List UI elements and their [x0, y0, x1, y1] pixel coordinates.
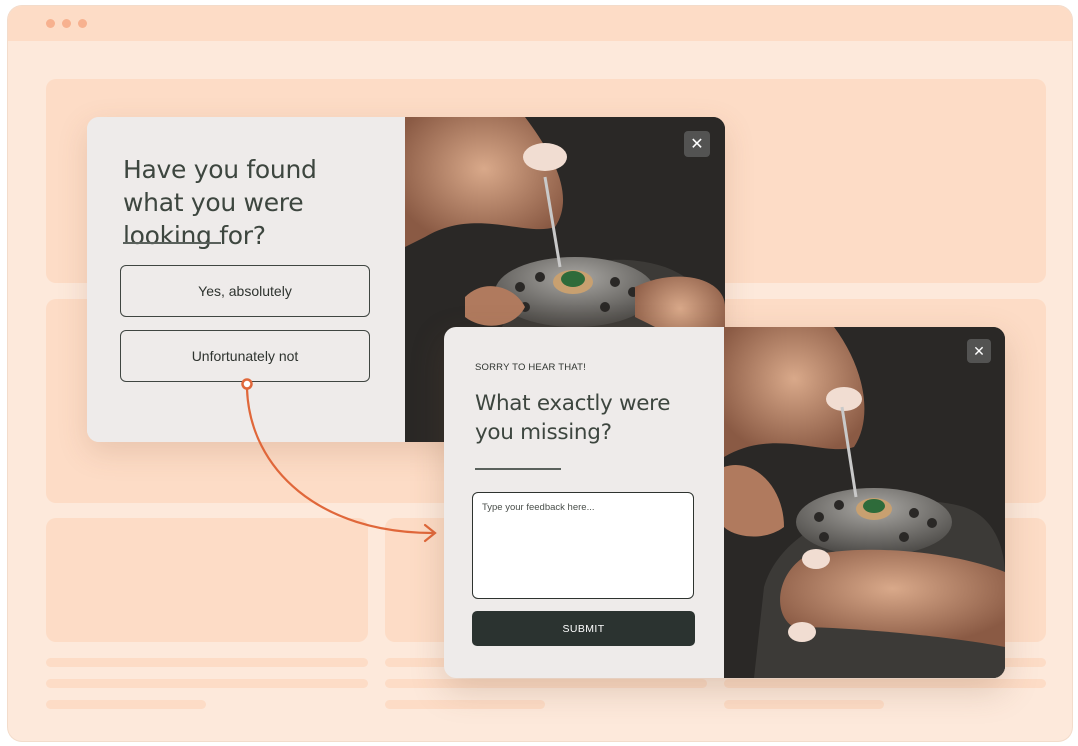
close-icon[interactable]: ✕ [967, 339, 991, 363]
title-divider [475, 468, 561, 470]
survey-popup-feedback: SORRY TO HEAR THAT! What exactly were yo… [444, 327, 1005, 678]
window-dot-icon[interactable] [62, 19, 71, 28]
popup-content-panel: Have you found what you were looking for… [87, 117, 405, 442]
jeweler-photo: ✕ [724, 327, 1005, 678]
placeholder-line [724, 679, 1046, 688]
placeholder-line [385, 700, 545, 709]
window-dot-icon[interactable] [78, 19, 87, 28]
placeholder-line [46, 679, 368, 688]
popup-title: What exactly were you missing? [475, 391, 671, 445]
placeholder-card [46, 518, 368, 642]
popup-title: Have you found what you were looking for… [123, 155, 317, 250]
browser-titlebar [8, 6, 1072, 41]
photo-illustration [724, 327, 1005, 678]
title-divider [123, 242, 221, 244]
placeholder-line [385, 679, 707, 688]
placeholder-line [46, 658, 368, 667]
option-yes-button[interactable]: Yes, absolutely [120, 265, 370, 317]
option-no-button[interactable]: Unfortunately not [120, 330, 370, 382]
close-icon[interactable]: ✕ [684, 131, 710, 157]
placeholder-line [46, 700, 206, 709]
submit-button[interactable]: SUBMIT [472, 611, 695, 646]
placeholder-line [724, 700, 884, 709]
feedback-placeholder: Type your feedback here... [482, 502, 595, 513]
window-dot-icon[interactable] [46, 19, 55, 28]
popup-eyebrow: SORRY TO HEAR THAT! [475, 362, 586, 373]
feedback-textarea[interactable]: Type your feedback here... [472, 492, 694, 599]
